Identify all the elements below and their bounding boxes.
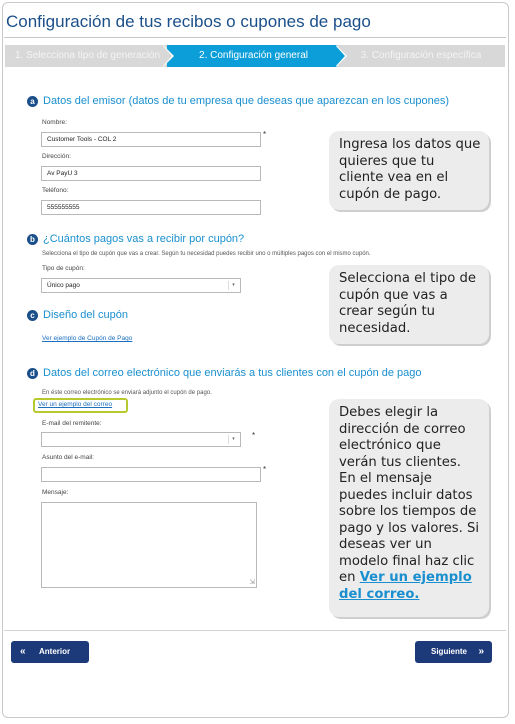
address-label: Dirección: [42,153,71,160]
email-help: En éste correo electrónico se enviará ad… [42,390,212,396]
double-chevron-right-icon: » [478,646,484,657]
section-a-badge: a [27,96,38,107]
name-label: Nombre: [42,119,67,126]
message-label: Mensaje: [42,489,69,496]
callout-coupon-type: Selecciona el tipo de cupón que vas a cr… [329,265,489,344]
required-mark: * [263,130,267,139]
section-c-title: Diseño del cupón [43,309,129,321]
subject-input[interactable] [41,467,261,482]
chevron-down-icon: ▾ [228,281,238,290]
wizard-stepper: 1. Selecciona tipo de generación 2. Conf… [5,45,505,67]
double-chevron-left-icon: « [20,646,26,657]
address-input[interactable]: Av PayU 3 [41,166,261,181]
chevron-down-icon: ▾ [228,435,238,444]
step-specific-configuration: 3. Configuración específica [337,45,505,67]
subject-label: Asunto del e-mail: [42,454,95,461]
sender-email-select[interactable]: ▾ [41,432,241,447]
phone-label: Teléfono: [42,187,69,194]
previous-button[interactable]: « Anterior [11,641,89,663]
callout-email-text: Debes elegir la dirección de correo elec… [339,405,480,585]
email-example-link[interactable]: Ver un ejemplo del correo [38,401,112,408]
section-a-title: Datos del emisor (datos de tu empresa qu… [43,95,450,107]
phone-input[interactable]: 555555555 [41,200,261,215]
coupon-type-value: Único pago [47,282,80,289]
section-d-title: Datos del correo electrónico que enviará… [43,367,422,379]
sender-email-label: E-mail del remitente: [42,420,102,427]
message-textarea[interactable]: ⇲ [41,502,257,588]
previous-button-label: Anterior [39,647,71,656]
step-general-configuration: 2. Configuración general [167,45,340,67]
callout-issuer-data: Ingresa los datos que quieres que tu cli… [329,131,489,210]
next-button[interactable]: Siguiente » [415,641,492,663]
required-mark: * [252,431,256,440]
coupon-type-select[interactable]: Único pago ▾ [41,278,241,293]
name-input[interactable]: Customer Tools - COL 2 [41,132,261,147]
callout-email-example-link[interactable]: Ver un ejemplo del correo. [339,570,472,602]
section-b-title: ¿Cuántos pagos vas a recibir por cupón? [43,233,245,245]
section-b-badge: b [27,234,38,245]
coupon-example-link[interactable]: Ver ejemplo de Cupón de Pago [42,335,132,342]
footer-divider [4,630,506,631]
step-separator [162,45,172,67]
callout-email-data: Debes elegir la dirección de correo elec… [329,399,489,617]
page-title: Configuración de tus recibos o cupones d… [6,12,371,31]
required-mark: * [263,465,267,474]
coupon-type-help: Selecciona el tipo de cupón que vas a cr… [42,251,371,257]
next-button-label: Siguiente [431,647,468,656]
resize-grip-icon[interactable]: ⇲ [249,579,255,586]
coupon-type-label: Tipo de cupón: [42,265,85,272]
title-divider [4,37,506,38]
step-separator [335,45,345,67]
step-select-generation-type: 1. Selecciona tipo de generación [5,45,170,67]
section-c-badge: c [27,310,38,321]
section-d-badge: d [27,368,38,379]
